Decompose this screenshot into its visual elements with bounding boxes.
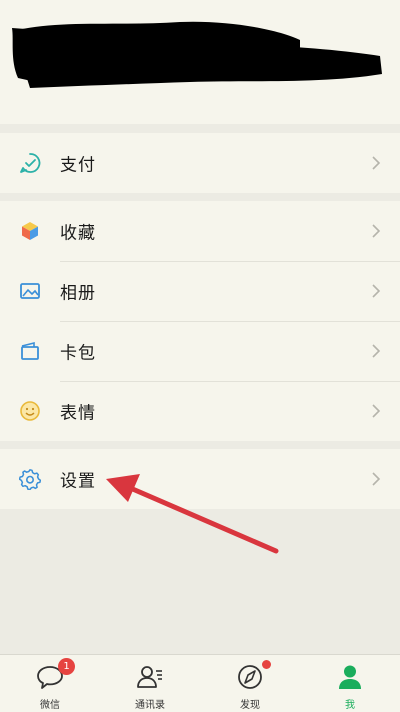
profile-header[interactable]	[0, 0, 400, 124]
notification-dot	[262, 660, 271, 669]
chevron-right-icon	[372, 156, 381, 170]
tab-label: 我	[345, 700, 355, 711]
chevron-right-icon	[372, 224, 381, 238]
menu-item-settings[interactable]: 设置	[0, 449, 400, 509]
wallet-icon	[18, 339, 42, 363]
contacts-icon	[137, 666, 162, 688]
menu-item-label: 收藏	[60, 223, 96, 244]
cube-icon	[18, 219, 42, 243]
redaction-scribble	[12, 21, 382, 88]
menu-item-label: 相册	[60, 283, 96, 304]
menu-group-pay: 支付	[0, 133, 400, 193]
compass-icon	[238, 665, 262, 689]
menu-item-stickers[interactable]: 表情	[0, 381, 400, 441]
pay-icon	[18, 151, 42, 175]
menu-item-album[interactable]: 相册	[0, 261, 400, 321]
person-icon	[339, 665, 361, 689]
smile-icon	[18, 399, 42, 423]
menu-item-cards[interactable]: 卡包	[0, 321, 400, 381]
chevron-right-icon	[372, 344, 381, 358]
chevron-right-icon	[372, 284, 381, 298]
tab-label: 通讯录	[135, 700, 165, 711]
bottom-tab-bar: 1 微信 通讯录 发现 我	[0, 654, 400, 712]
menu-item-label: 卡包	[60, 343, 96, 364]
tab-discover[interactable]: 发现	[200, 655, 300, 712]
tab-contacts[interactable]: 通讯录	[100, 655, 200, 712]
tab-label: 微信	[40, 700, 60, 711]
unread-badge: 1	[58, 658, 75, 675]
gear-icon	[18, 467, 42, 491]
menu-item-label: 设置	[60, 471, 96, 492]
tab-me[interactable]: 我	[300, 655, 400, 712]
chevron-right-icon	[372, 472, 381, 486]
chevron-right-icon	[372, 404, 381, 418]
menu-item-pay[interactable]: 支付	[0, 133, 400, 193]
image-icon	[18, 279, 42, 303]
menu-group-settings: 设置	[0, 449, 400, 509]
tab-label: 发现	[240, 700, 260, 711]
menu-item-label: 表情	[60, 403, 96, 424]
menu-group-tools: 收藏 相册 卡包 表情	[0, 201, 400, 441]
menu-item-label: 支付	[60, 155, 96, 176]
tab-chats[interactable]: 1 微信	[0, 655, 100, 712]
menu-item-favorites[interactable]: 收藏	[0, 201, 400, 261]
